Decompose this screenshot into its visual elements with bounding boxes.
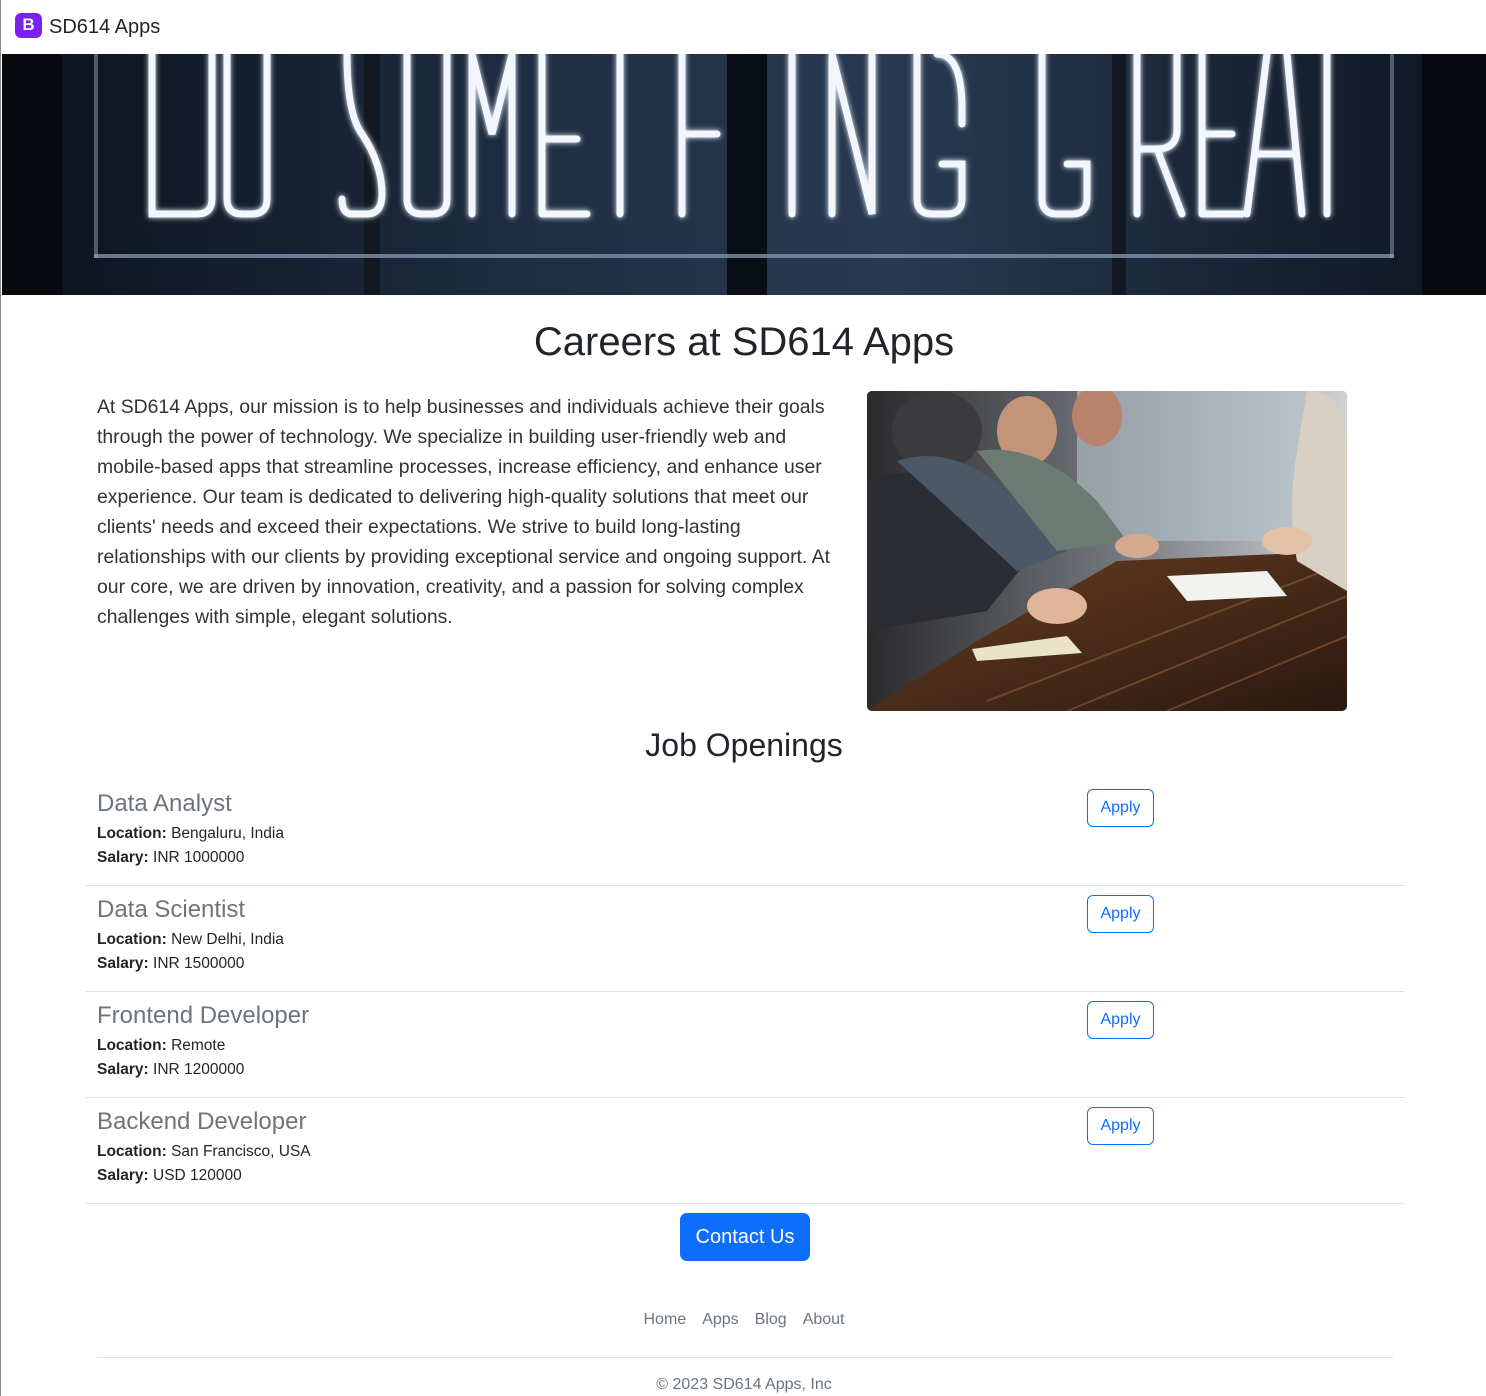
brand-name: SD614 Apps [49,15,161,38]
job-list: Data Analyst Location: Bengaluru, India … [85,780,1405,1204]
salary-value: INR 1200000 [153,1061,245,1078]
intro-paragraph: At SD614 Apps, our mission is to help bu… [97,396,830,628]
salary-value: INR 1000000 [153,849,245,866]
footer-link-apps[interactable]: Apps [694,1311,746,1329]
job-title: Frontend Developer [97,1002,310,1029]
job-item-data-scientist: Data Scientist Location: New Delhi, Indi… [85,886,1405,992]
page-title: Careers at SD614 Apps [533,320,955,364]
location-label: Location: [97,825,167,842]
salary-label: Salary: [97,1061,149,1078]
location-label: Location: [97,1143,167,1160]
job-location: Location: Remote [97,1037,225,1055]
salary-value: USD 120000 [153,1167,242,1184]
job-title: Backend Developer [97,1108,307,1135]
job-item-frontend-developer: Frontend Developer Location: Remote Sala… [85,992,1405,1098]
location-value: Bengaluru, India [171,825,284,842]
location-label: Location: [97,1037,167,1054]
navbar: B SD614 Apps [1,0,1486,54]
job-location: Location: New Delhi, India [97,931,284,949]
apply-button[interactable]: Apply [1087,895,1154,933]
footer-link-about[interactable]: About [795,1311,853,1329]
apply-button[interactable]: Apply [1087,1107,1154,1145]
job-location: Location: Bengaluru, India [97,825,284,843]
contact-us-button[interactable]: Contact Us [680,1213,810,1261]
salary-label: Salary: [97,1167,149,1184]
job-title: Data Analyst [97,790,232,817]
location-value: San Francisco, USA [171,1143,311,1160]
footer-divider [97,1357,1393,1358]
job-item-data-analyst: Data Analyst Location: Bengaluru, India … [85,780,1405,886]
footer-link-home[interactable]: Home [636,1311,695,1329]
location-value: New Delhi, India [171,931,284,948]
job-location: Location: San Francisco, USA [97,1143,311,1161]
job-salary: Salary: INR 1000000 [97,849,244,867]
team-meeting-photo [867,391,1347,711]
apply-button[interactable]: Apply [1087,789,1154,827]
job-item-backend-developer: Backend Developer Location: San Francisc… [85,1098,1405,1204]
location-value: Remote [171,1037,226,1054]
bootstrap-logo-icon: B [15,12,42,38]
footer-nav: Home Apps Blog About [1,1311,1486,1329]
salary-value: INR 1500000 [153,955,245,972]
job-salary: Salary: INR 1500000 [97,955,244,973]
salary-label: Salary: [97,849,149,866]
salary-label: Salary: [97,955,149,972]
hero-banner-image [2,54,1486,295]
location-label: Location: [97,931,167,948]
team-meeting-illustration [867,391,1347,711]
apply-button[interactable]: Apply [1087,1001,1154,1039]
job-openings-heading: Job Openings [645,727,843,763]
footer-link-blog[interactable]: Blog [747,1311,795,1329]
job-title: Data Scientist [97,896,246,923]
job-salary: Salary: USD 120000 [97,1167,242,1185]
job-salary: Salary: INR 1200000 [97,1061,244,1079]
brand-link[interactable]: B SD614 Apps [15,12,160,42]
copyright-text: © 2023 SD614 Apps, Inc [656,1376,832,1393]
neon-sign-image [2,54,1486,295]
